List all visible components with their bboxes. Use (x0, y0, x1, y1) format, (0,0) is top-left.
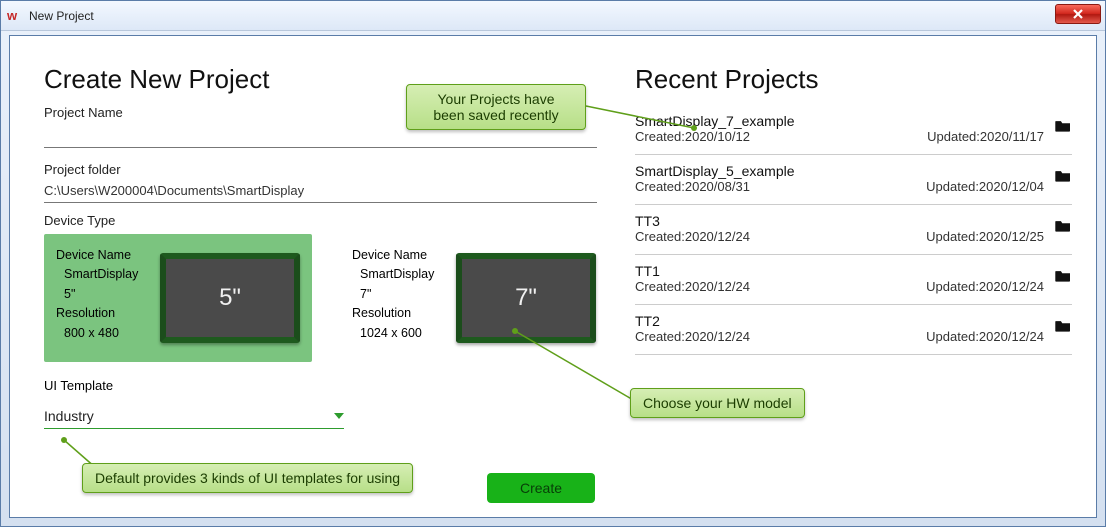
recent-project-name: SmartDisplay_7_example (635, 113, 1044, 129)
recent-item[interactable]: TT2Created:2020/12/24 Updated:2020/12/24 (635, 305, 1072, 355)
ui-template-label: UI Template (44, 378, 597, 393)
device-name-label: Device Name (352, 246, 446, 265)
recent-created: Created:2020/10/12 (635, 129, 750, 144)
create-button[interactable]: Create (487, 473, 595, 503)
device-screen-size: 7" (462, 259, 590, 337)
recent-created: Created:2020/12/24 (635, 229, 750, 244)
device-thumbnail-icon: 5" (160, 253, 300, 343)
recent-updated: Updated:2020/12/24 (926, 279, 1044, 294)
recent-updated: Updated:2020/11/17 (927, 129, 1044, 144)
project-folder-label: Project folder (44, 162, 597, 177)
recent-created: Created:2020/08/31 (635, 179, 750, 194)
annotation-hw-model: Choose your HW model (630, 388, 805, 418)
recent-updated: Updated:2020/12/24 (926, 329, 1044, 344)
device-res-label: Resolution (352, 304, 446, 323)
ui-template-value: Industry (44, 408, 94, 424)
titlebar[interactable]: w New Project (1, 1, 1105, 31)
folder-icon[interactable] (1054, 169, 1072, 188)
recent-item[interactable]: SmartDisplay_5_exampleCreated:2020/08/31… (635, 155, 1072, 205)
recent-project-name: TT3 (635, 213, 1044, 229)
device-type-label: Device Type (44, 213, 597, 228)
device-card-5in[interactable]: Device Name SmartDisplay 5" Resolution 8… (44, 234, 312, 362)
recent-updated: Updated:2020/12/25 (926, 229, 1044, 244)
project-folder-value[interactable]: C:\Users\W200004\Documents\SmartDisplay (44, 177, 597, 203)
recent-heading: Recent Projects (635, 64, 1072, 95)
device-resolution: 800 x 480 (56, 324, 150, 343)
recent-panel: Recent Projects SmartDisplay_7_exampleCr… (625, 36, 1096, 517)
device-resolution: 1024 x 600 (352, 324, 446, 343)
folder-icon[interactable] (1054, 219, 1072, 238)
recent-project-name: SmartDisplay_5_example (635, 163, 1044, 179)
recent-project-name: TT1 (635, 263, 1044, 279)
device-card-7in[interactable]: Device Name SmartDisplay 7" Resolution 1… (340, 234, 608, 362)
recent-item[interactable]: SmartDisplay_7_exampleCreated:2020/10/12… (635, 105, 1072, 155)
device-thumbnail-icon: 7" (456, 253, 596, 343)
device-screen-size: 5" (166, 259, 294, 337)
recent-updated: Updated:2020/12/04 (926, 179, 1044, 194)
chevron-down-icon (334, 413, 344, 419)
device-name-label: Device Name (56, 246, 150, 265)
annotation-ui-templates: Default provides 3 kinds of UI templates… (82, 463, 413, 493)
recent-project-name: TT2 (635, 313, 1044, 329)
folder-icon[interactable] (1054, 319, 1072, 338)
annotation-saved-projects: Your Projects have been saved recently (406, 84, 586, 130)
window-frame: w New Project Create New Project Project… (0, 0, 1106, 527)
recent-created: Created:2020/12/24 (635, 279, 750, 294)
window-title: New Project (29, 9, 94, 23)
recent-item[interactable]: TT1Created:2020/12/24 Updated:2020/12/24 (635, 255, 1072, 305)
folder-icon[interactable] (1054, 269, 1072, 288)
folder-icon[interactable] (1054, 119, 1072, 138)
close-icon (1073, 9, 1083, 19)
device-name: SmartDisplay 5" (56, 265, 150, 304)
recent-created: Created:2020/12/24 (635, 329, 750, 344)
device-res-label: Resolution (56, 304, 150, 323)
app-icon: w (7, 8, 23, 24)
window-close-button[interactable] (1055, 4, 1101, 24)
device-name: SmartDisplay 7" (352, 265, 446, 304)
ui-template-select[interactable]: Industry (44, 403, 344, 429)
recent-item[interactable]: TT3Created:2020/12/24 Updated:2020/12/25 (635, 205, 1072, 255)
